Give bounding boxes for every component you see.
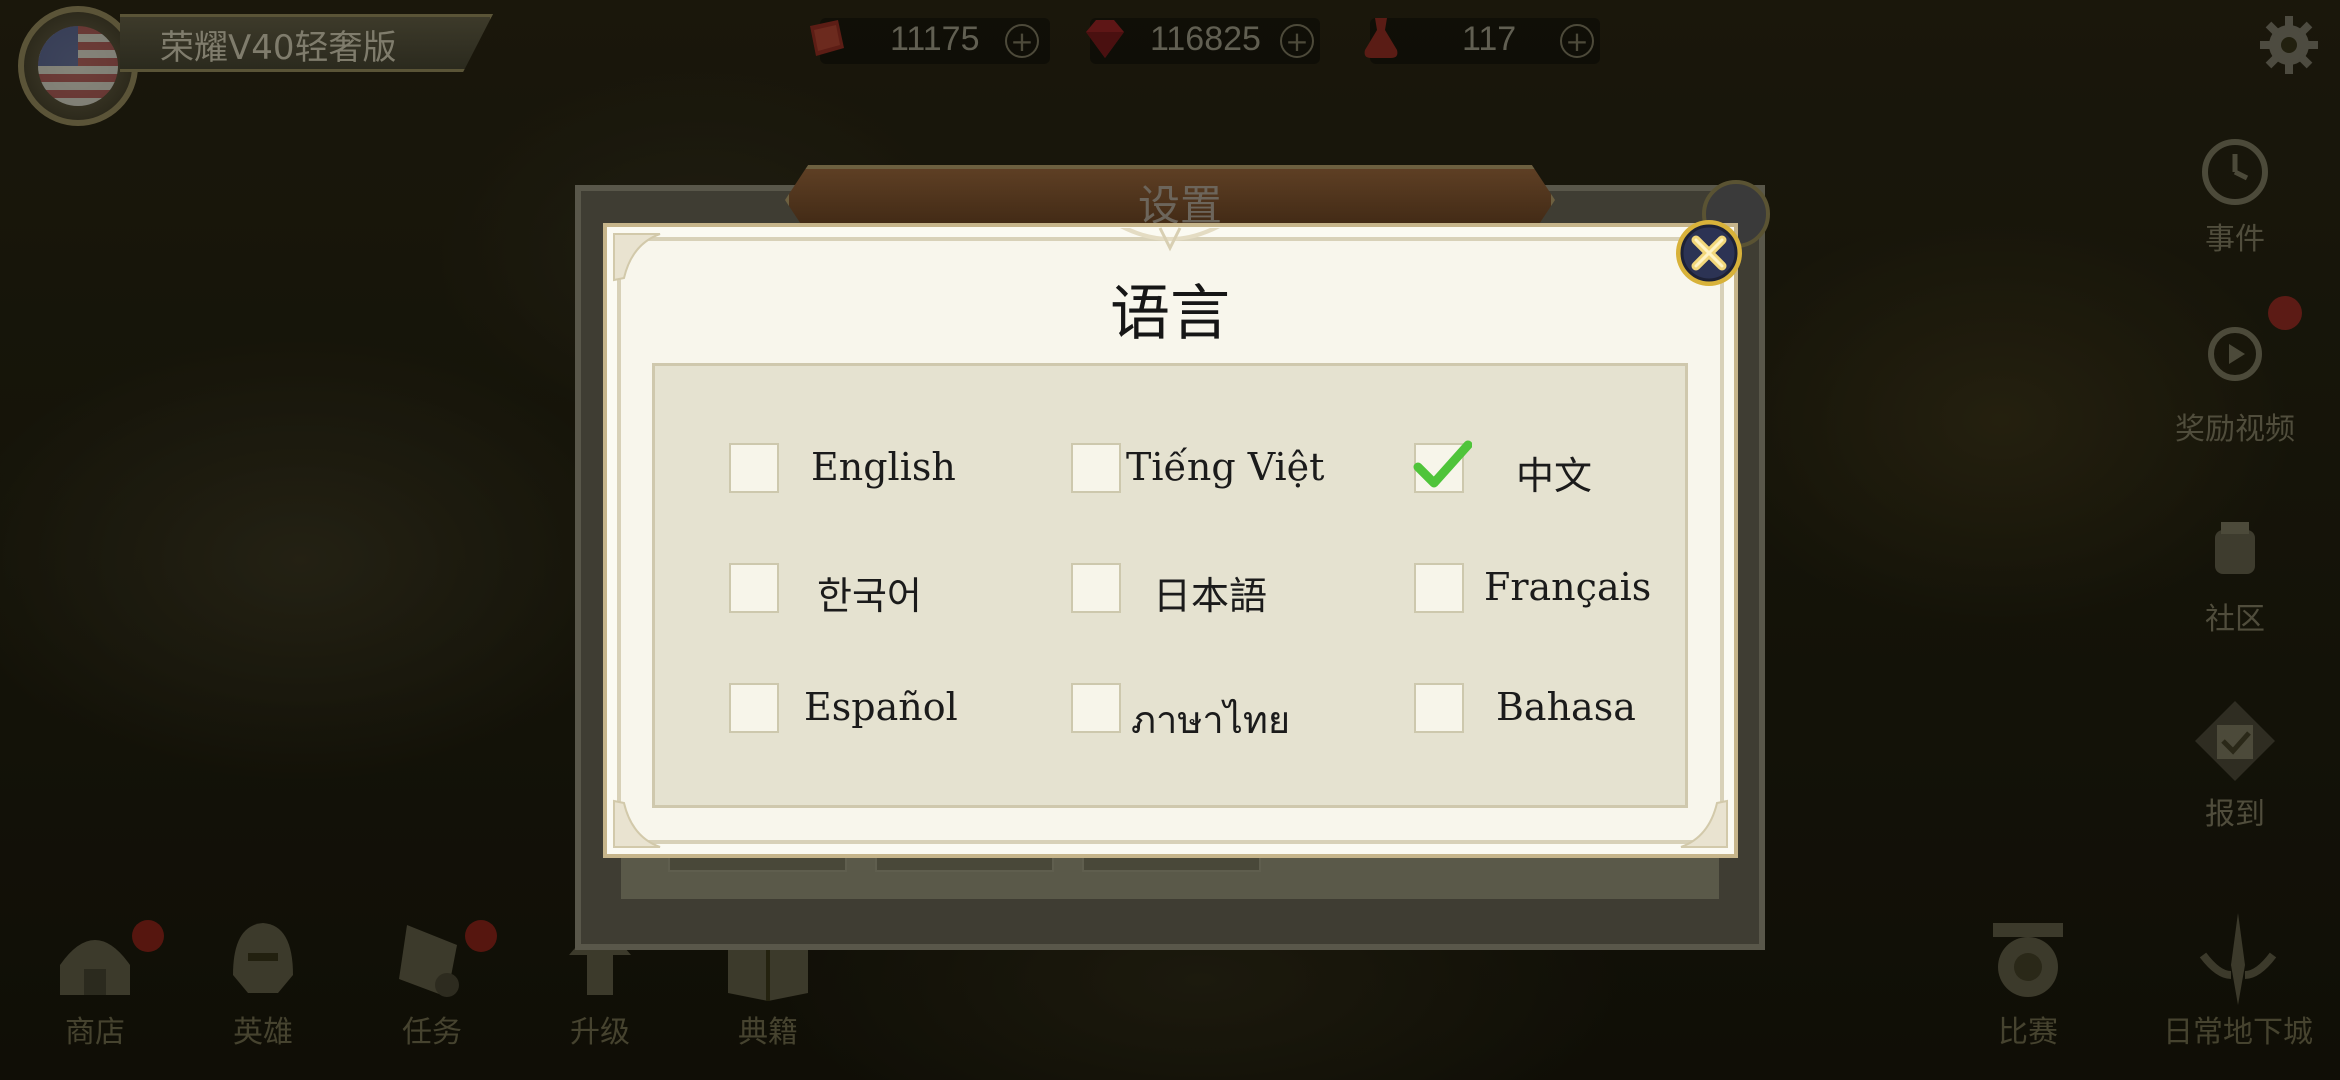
- language-dialog-title: 语言: [1110, 279, 1230, 349]
- notification-badge: [132, 920, 164, 952]
- corner-ornament: [613, 233, 661, 282]
- language-label: 한국어: [817, 574, 922, 618]
- language-checkbox[interactable]: [1071, 563, 1121, 613]
- language-label: ภาษาไทย: [1131, 698, 1291, 742]
- corner-ornament: [613, 799, 661, 848]
- hero-helmet-icon: [233, 923, 293, 993]
- language-checkbox[interactable]: [1414, 683, 1464, 733]
- dialog-crest-ornament: [1120, 227, 1220, 252]
- notification-badge: [465, 920, 497, 952]
- language-checkbox[interactable]: [1414, 563, 1464, 613]
- settings-gear-icon[interactable]: [2258, 14, 2320, 76]
- sidebar-item-checkin[interactable]: 报到: [2170, 695, 2300, 833]
- clock-icon: [2202, 139, 2268, 205]
- ruby-gem-icon: [1086, 20, 1124, 58]
- close-dialog-button[interactable]: [1672, 216, 1746, 290]
- bottom-nav-label-daily-dungeon: 日常地下城: [2163, 1015, 2313, 1050]
- sidebar-label-events: 事件: [2205, 222, 2265, 257]
- language-label: 日本語: [1153, 574, 1268, 618]
- player-name: 荣耀V40轻奢版: [160, 28, 397, 68]
- resource-value-gems: 116825: [1150, 20, 1261, 58]
- energy-potion-icon: [1364, 18, 1398, 58]
- daily-dungeon-icon: [2199, 913, 2277, 1005]
- add-scrolls-button[interactable]: +: [1005, 24, 1039, 58]
- add-energy-button[interactable]: +: [1560, 24, 1594, 58]
- quest-scroll-icon: [399, 925, 459, 997]
- scroll-resource-icon: [810, 20, 844, 56]
- shop-icon: [60, 940, 130, 995]
- community-icon: [2215, 522, 2255, 574]
- bottom-nav-arena[interactable]: 比赛: [1958, 905, 2098, 1051]
- resource-value-energy: 117: [1462, 20, 1517, 58]
- bottom-nav-heroes[interactable]: 英雄: [193, 905, 333, 1051]
- language-label: Bahasa: [1496, 685, 1636, 729]
- add-gems-button[interactable]: +: [1280, 24, 1314, 58]
- us-flag-icon: [38, 26, 118, 106]
- language-checkbox[interactable]: [1071, 443, 1121, 493]
- language-checkbox[interactable]: [729, 443, 779, 493]
- language-label: 中文: [1516, 454, 1593, 498]
- bottom-nav-daily-dungeon[interactable]: 日常地下城: [2158, 905, 2318, 1051]
- sidebar-item-events[interactable]: 事件: [2170, 120, 2300, 258]
- language-checkbox[interactable]: [729, 563, 779, 613]
- checkmark-icon: [1413, 440, 1472, 488]
- language-checkbox[interactable]: [729, 683, 779, 733]
- video-reward-icon: [2208, 327, 2262, 381]
- checkin-icon: [2195, 701, 2275, 781]
- corner-ornament: [1680, 799, 1728, 848]
- sidebar-label-checkin: 报到: [2205, 797, 2265, 832]
- language-label: English: [811, 445, 956, 489]
- language-checkbox[interactable]: [1071, 683, 1121, 733]
- sidebar-label-video-reward: 奖励视频: [2175, 412, 2295, 447]
- language-label: Français: [1484, 565, 1652, 609]
- arena-icon: [1993, 923, 2063, 997]
- sidebar-item-video-reward[interactable]: 奖励视频: [2170, 310, 2300, 448]
- resource-value-scrolls: 11175: [890, 20, 980, 58]
- sidebar-label-community: 社区: [2205, 602, 2265, 637]
- sidebar-item-community[interactable]: 社区: [2170, 500, 2300, 638]
- language-label: Tiếng Việt: [1126, 445, 1325, 489]
- language-label: Español: [804, 685, 958, 729]
